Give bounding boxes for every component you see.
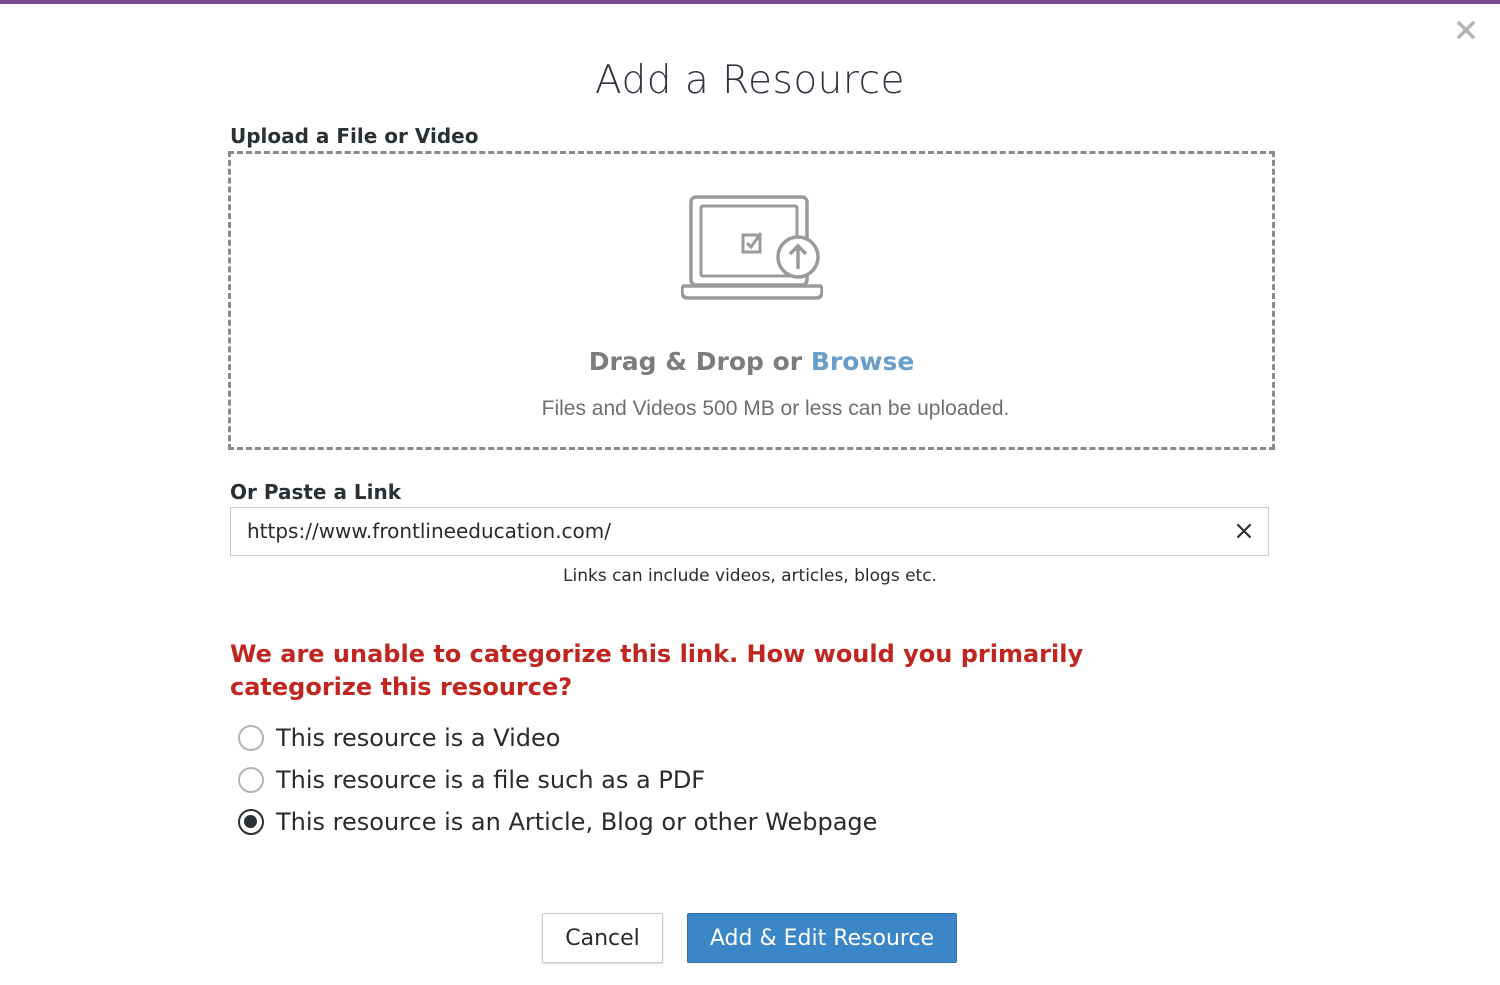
browse-link[interactable]: Browse — [811, 347, 915, 376]
radio-button[interactable] — [238, 767, 264, 793]
drag-drop-text: Drag & Drop or Browse — [231, 347, 1272, 376]
laptop-upload-icon — [680, 194, 824, 304]
add-edit-resource-button[interactable]: Add & Edit Resource — [687, 913, 957, 963]
upload-size-hint: Files and Videos 500 MB or less can be u… — [541, 397, 1010, 420]
radio-label: This resource is an Article, Blog or oth… — [276, 808, 878, 836]
radio-option-video[interactable]: This resource is a Video — [238, 722, 560, 754]
radio-option-file[interactable]: This resource is a file such as a PDF — [238, 764, 705, 796]
radio-button-selected[interactable] — [238, 809, 264, 835]
link-hint: Links can include videos, articles, blog… — [563, 566, 937, 586]
upload-label: Upload a File or Video — [230, 124, 479, 148]
cancel-button[interactable]: Cancel — [542, 913, 663, 963]
radio-button[interactable] — [238, 725, 264, 751]
link-input[interactable] — [247, 508, 1207, 554]
radio-label: This resource is a file such as a PDF — [276, 766, 706, 794]
radio-option-webpage[interactable]: This resource is an Article, Blog or oth… — [238, 806, 877, 838]
top-accent-bar — [0, 0, 1500, 4]
radio-label: This resource is a Video — [276, 724, 561, 752]
categorize-warning: We are unable to categorize this link. H… — [230, 640, 1084, 701]
close-icon[interactable] — [1454, 18, 1478, 42]
link-field — [230, 507, 1269, 556]
dialog-title: Add a Resource — [594, 58, 906, 103]
upload-dropzone[interactable]: Drag & Drop or Browse Files and Videos 5… — [228, 151, 1275, 450]
link-label: Or Paste a Link — [230, 480, 402, 504]
clear-icon[interactable] — [1234, 521, 1254, 541]
drag-drop-label: Drag & Drop or — [588, 347, 811, 376]
